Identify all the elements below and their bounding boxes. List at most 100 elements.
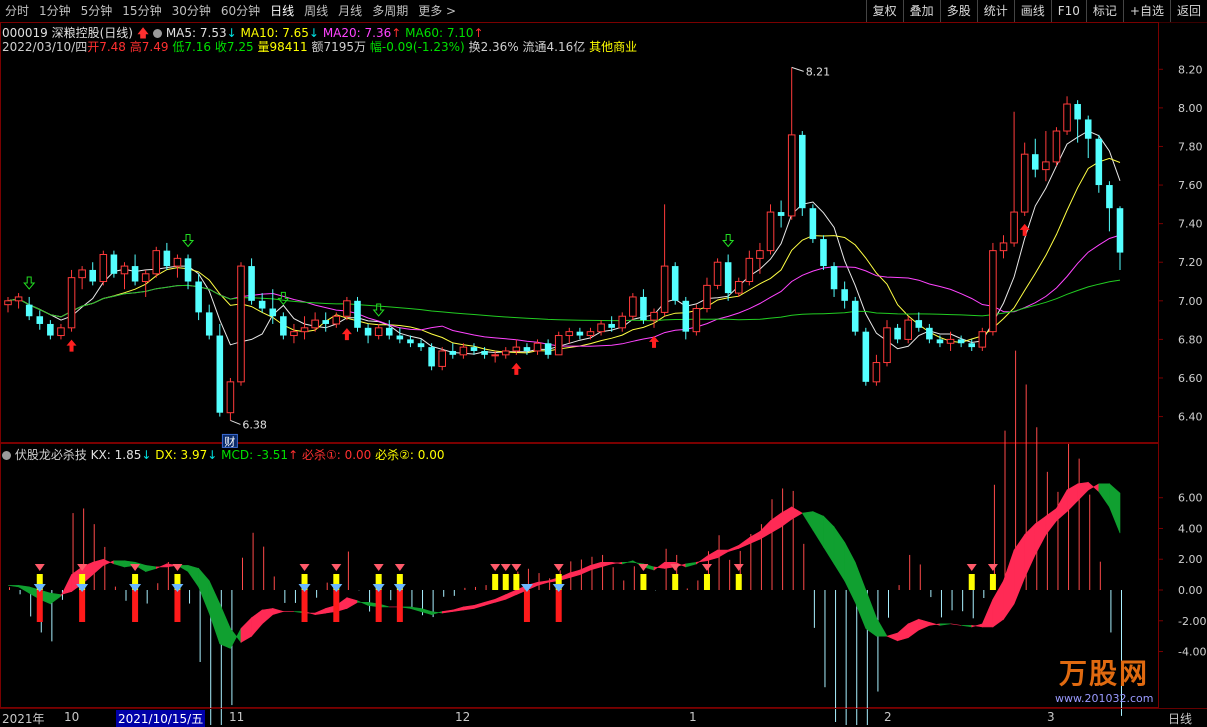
candle-body (269, 308, 277, 317)
candle-body (205, 312, 213, 336)
candle-body (290, 331, 298, 337)
candle-body (576, 331, 584, 336)
kx-dx-ribbon (791, 506, 803, 520)
date-label: 10 (64, 710, 80, 724)
candle-body (777, 212, 785, 216)
kx-dx-ribbon (950, 623, 962, 626)
candle-body (830, 266, 838, 290)
price-tick-label: 6.80 (1178, 333, 1203, 346)
candle-body (237, 265, 245, 383)
kx-dx-ribbon (1077, 481, 1089, 502)
candle-body (544, 343, 552, 355)
kx-dx-ribbon (865, 589, 877, 637)
candle-body (904, 319, 912, 340)
indicator-tick-label: 4.00 (1178, 522, 1203, 535)
kx-dx-ribbon (982, 599, 994, 628)
candle-body (120, 265, 129, 275)
kx-dx-ribbon (473, 601, 485, 609)
kx-dx-ribbon (897, 623, 909, 642)
candle-body (968, 343, 976, 348)
candle-body (57, 327, 65, 337)
bisha1-bar (523, 590, 530, 622)
kx-dx-ribbon (187, 564, 199, 588)
bisha2-bar (703, 574, 710, 590)
kx-dx-ribbon (961, 625, 973, 628)
price-tick-label: 6.60 (1178, 372, 1203, 385)
candle-body (1042, 161, 1050, 171)
candle-body (565, 331, 574, 337)
kx-dx-ribbon (749, 531, 761, 545)
candle-body (354, 300, 361, 328)
candle-body (915, 320, 923, 328)
date-axis: 2021年 10 2021/10/15/五 11 12 1 2 3 日线 (0, 708, 1207, 727)
price-tick-label: 7.40 (1178, 218, 1203, 231)
red-gem-icon (733, 564, 744, 571)
candle-body (989, 250, 997, 333)
kx-dx-ribbon (346, 597, 358, 609)
candle-body (438, 350, 446, 367)
kx-dx-ribbon (696, 555, 708, 565)
chart-canvas[interactable]: 8.20 8.00 7.80 7.60 7.40 7.20 7.00 6.80 6.60 6.40… (0, 0, 1207, 725)
candle-body (872, 362, 881, 383)
bisha1-bar (301, 590, 308, 622)
ma-line-ma20 (7, 234, 1121, 347)
candle-body (946, 338, 955, 344)
buy-arrow-icon (511, 362, 522, 375)
blue-gem-icon (76, 584, 89, 592)
indicator-tick-label: 6.00 (1178, 492, 1203, 505)
price-tick-label: 8.20 (1178, 63, 1203, 76)
bisha1-bar (333, 590, 340, 622)
kx-dx-ribbon (145, 565, 157, 572)
fin-badge-label: 财 (224, 434, 235, 448)
kx-dx-ribbon (431, 611, 443, 616)
red-gem-icon (299, 564, 310, 571)
kx-dx-ribbon (929, 621, 941, 626)
candle-body (660, 265, 669, 313)
kx-dx-ribbon (918, 618, 930, 631)
bisha1-bar (174, 590, 181, 622)
candle-body (724, 262, 732, 294)
bisha2-bar (672, 574, 679, 590)
kx-dx-ribbon (876, 616, 888, 637)
kx-dx-ribbon (621, 560, 634, 565)
candle-body (226, 381, 235, 414)
candle-body (671, 266, 679, 301)
candle-body (1106, 185, 1113, 209)
indicator-tick-label: -2.00 (1178, 615, 1206, 628)
blue-gem-icon (171, 584, 184, 592)
watermark-url: www.201032.com (1055, 692, 1154, 705)
bisha2-bar (989, 574, 996, 590)
candle-body (25, 304, 33, 317)
indicator-tick-label: 0.00 (1178, 584, 1203, 597)
ma-line-ma60 (7, 279, 1121, 322)
bisha2-bar (492, 574, 499, 590)
blue-gem-icon (393, 584, 406, 592)
candle-body (195, 281, 202, 313)
candle-body (491, 354, 499, 357)
date-label: 11 (229, 710, 245, 724)
kx-dx-ribbon (240, 616, 252, 643)
kx-dx-ribbon (823, 515, 835, 565)
high-marker-line (791, 66, 804, 72)
cursor-date-label: 2021/10/15/五 (116, 710, 206, 727)
candle-body (501, 350, 510, 356)
candle-body (449, 350, 457, 355)
bisha1-bar (36, 590, 43, 622)
kx-dx-ribbon (812, 511, 824, 548)
candle-body (417, 343, 425, 348)
kx-dx-ribbon (463, 605, 475, 611)
kx-dx-ribbon (727, 544, 740, 552)
red-gem-icon (553, 564, 564, 571)
candle-body (703, 284, 711, 310)
candle-body (841, 289, 848, 301)
candle-body (14, 296, 23, 302)
candle-body (1063, 103, 1071, 132)
candle-body (926, 327, 933, 340)
candle-body (1052, 130, 1061, 163)
kx-dx-ribbon (272, 608, 285, 616)
candle-body (1074, 104, 1081, 120)
candle-body (512, 346, 521, 352)
candle-body (1020, 153, 1029, 213)
period-label: 日线 (1168, 712, 1193, 726)
indicator-pane-frame (0, 443, 1159, 708)
